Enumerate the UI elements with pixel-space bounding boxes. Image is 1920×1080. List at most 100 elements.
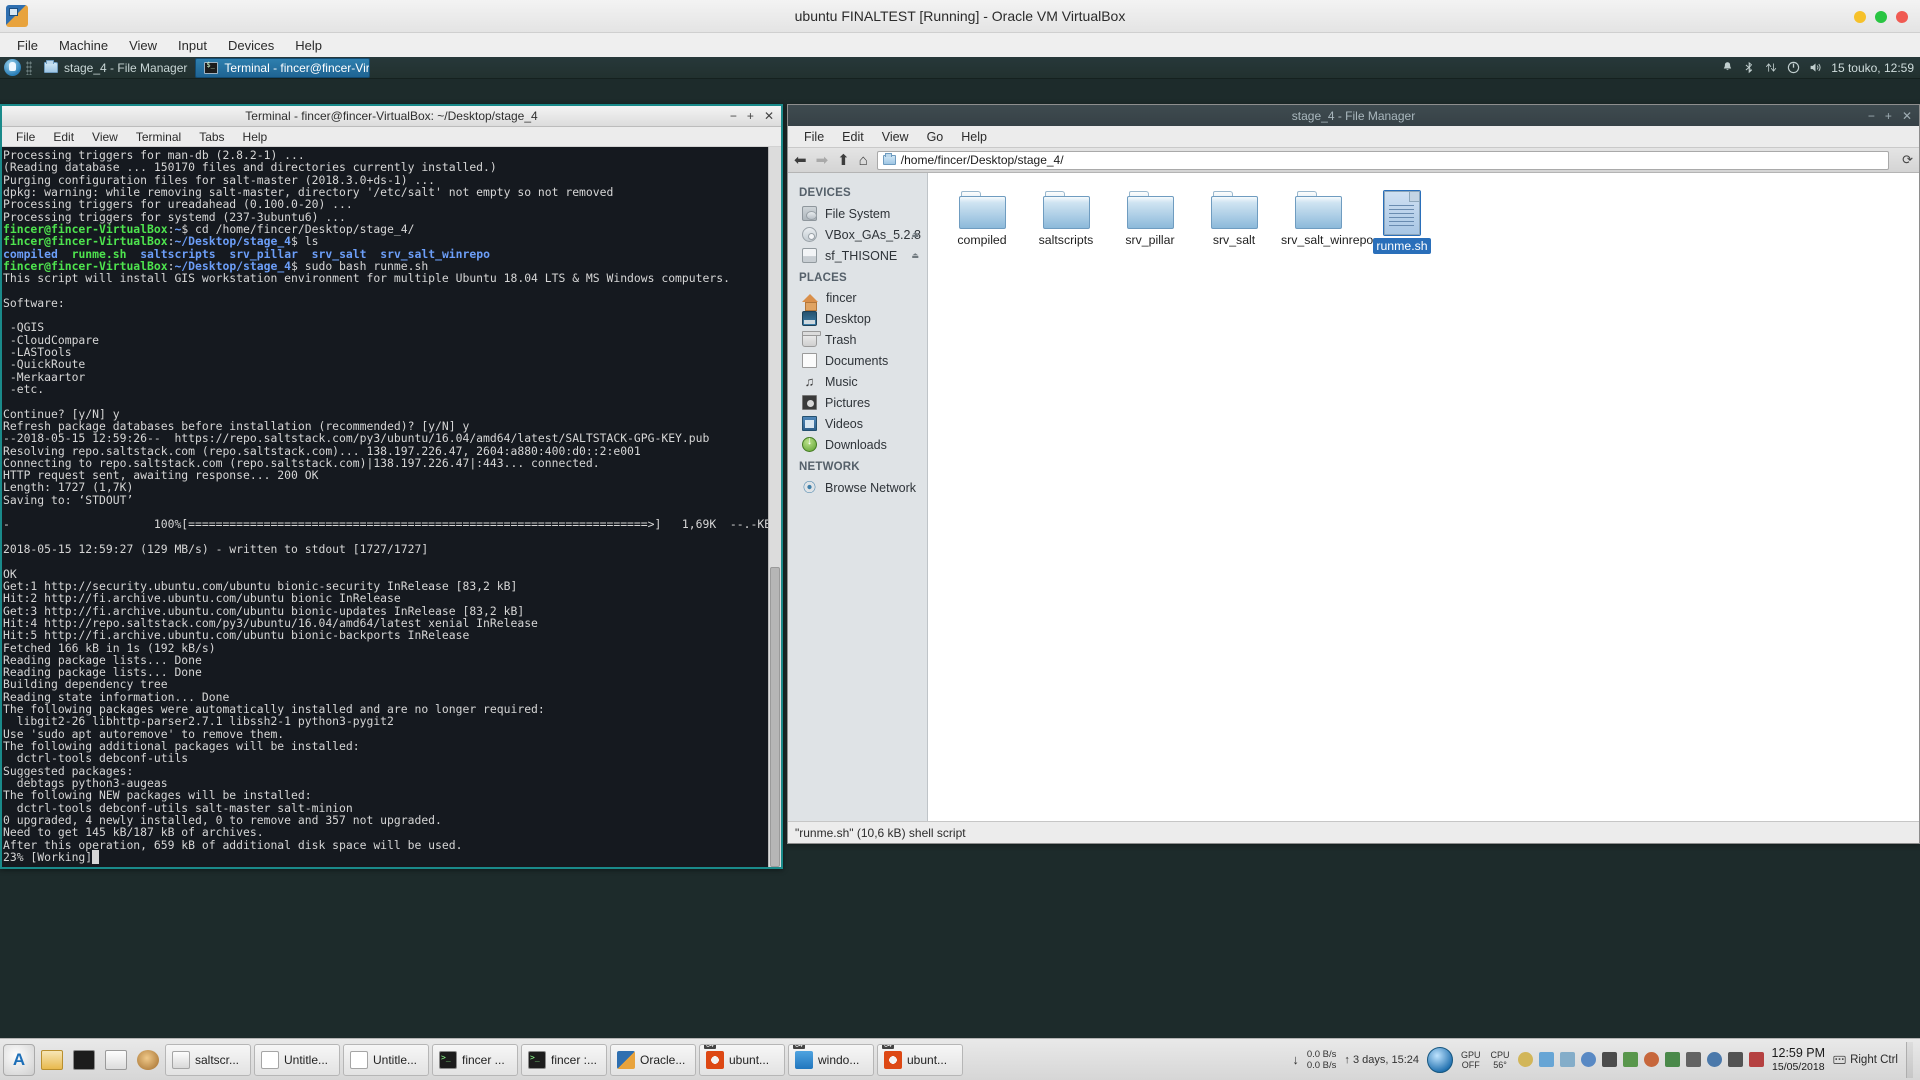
terminal-menu-help[interactable]: Help [235, 129, 276, 145]
show-desktop-button[interactable] [1906, 1042, 1913, 1078]
cloud-icon[interactable] [1560, 1052, 1575, 1067]
sidebar-item-file-system[interactable]: File System [788, 203, 927, 224]
terminal-menu-tabs[interactable]: Tabs [191, 129, 232, 145]
power-icon[interactable] [1787, 61, 1800, 74]
file-manager-titlebar[interactable]: stage_4 - File Manager − + ✕ [788, 105, 1919, 126]
menu-devices[interactable]: Devices [219, 36, 283, 55]
taskbar-task[interactable]: Oracle... [610, 1044, 696, 1076]
terminal-menubar[interactable]: File Edit View Terminal Tabs Help [2, 127, 781, 147]
file-manager-toolbar[interactable]: ⬅ ➡ ⬆ ⌂ /home/fincer/Desktop/stage_4/ ⟳ [788, 147, 1919, 173]
host-taskbar[interactable]: A saltscr...Untitle...Untitle...fincer .… [0, 1038, 1920, 1080]
eject-icon[interactable]: ⏏ [911, 230, 919, 239]
taskbar-task[interactable]: saltscr... [165, 1044, 251, 1076]
quicklaunch-terminal[interactable] [69, 1045, 99, 1075]
taskbar-task[interactable]: 64ubunt... [877, 1044, 963, 1076]
battery-icon[interactable] [1665, 1052, 1680, 1067]
scrollbar-thumb[interactable] [770, 567, 780, 867]
taskbar-tray[interactable]: ↓ 0.0 B/s 0.0 B/s ↑ 3 days, 15:24 GPU OF… [1292, 1042, 1917, 1078]
shield-icon[interactable] [1623, 1052, 1638, 1067]
path-input[interactable]: /home/fincer/Desktop/stage_4/ [877, 151, 1889, 170]
terminal-window[interactable]: Terminal - fincer@fincer-VirtualBox: ~/D… [0, 104, 783, 869]
file-manager-window-controls[interactable]: − + ✕ [1868, 109, 1912, 123]
quicklaunch-files[interactable] [37, 1045, 67, 1075]
taskbar-task-list[interactable]: saltscr...Untitle...Untitle...fincer ...… [165, 1044, 963, 1076]
menu-machine[interactable]: Machine [50, 36, 117, 55]
file-item[interactable]: runme.sh [1360, 187, 1444, 260]
file-item[interactable]: saltscripts [1024, 187, 1108, 260]
taskbar-clock[interactable]: 12:59 PM 15/05/2018 [1772, 1046, 1826, 1074]
minimize-button[interactable] [1854, 11, 1866, 23]
printer-icon[interactable] [1686, 1052, 1701, 1067]
home-icon[interactable]: ⌂ [859, 153, 868, 168]
bluetooth-icon[interactable] [1743, 61, 1756, 74]
menu-file[interactable]: File [8, 36, 47, 55]
sidebar-item-vbox-gas-5-2-8[interactable]: VBox_GAs_5.2.8⏏ [788, 224, 927, 245]
close-button[interactable]: ✕ [1902, 109, 1912, 123]
fm-menu-file[interactable]: File [796, 129, 832, 145]
taskbar-task[interactable]: fincer :... [521, 1044, 607, 1076]
taskbar-task[interactable]: Untitle... [254, 1044, 340, 1076]
fm-menu-help[interactable]: Help [953, 129, 995, 145]
sidebar-item-downloads[interactable]: Downloads [788, 434, 927, 455]
reload-icon[interactable]: ⟳ [1898, 152, 1913, 168]
globe-icon[interactable] [1427, 1047, 1453, 1073]
terminal-titlebar[interactable]: Terminal - fincer@fincer-VirtualBox: ~/D… [2, 106, 781, 127]
file-manager-menubar[interactable]: File Edit View Go Help [788, 126, 1919, 147]
sidebar-item-trash[interactable]: Trash [788, 329, 927, 350]
menu-input[interactable]: Input [169, 36, 216, 55]
volume-icon[interactable] [1809, 61, 1822, 74]
taskbar-task[interactable]: 64windo... [788, 1044, 874, 1076]
file-manager-icon-view[interactable]: compiledsaltscriptssrv_pillarsrv_saltsrv… [928, 173, 1919, 821]
network-updown-icon[interactable] [1765, 61, 1778, 74]
file-item[interactable]: srv_salt_winrepo [1276, 187, 1360, 260]
minimize-button[interactable]: − [730, 109, 737, 123]
tray-icon-list[interactable] [1518, 1052, 1764, 1067]
terminal-menu-edit[interactable]: Edit [45, 129, 82, 145]
sidebar-item-sf-thisone[interactable]: sf_THISONE⏏ [788, 245, 927, 266]
taskbar-task[interactable]: fincer ... [432, 1044, 518, 1076]
panel-task-file-manager[interactable]: stage_4 - File Manager [36, 58, 195, 78]
maximize-button[interactable]: + [747, 109, 754, 123]
window-controls[interactable] [1854, 0, 1908, 33]
flag-icon[interactable] [1749, 1052, 1764, 1067]
eject-icon[interactable]: ⏏ [911, 251, 919, 260]
maximize-button[interactable]: + [1885, 109, 1892, 123]
minimize-button[interactable]: − [1868, 109, 1875, 123]
sidebar-item-music[interactable]: ♫Music [788, 371, 927, 392]
file-item[interactable]: srv_salt [1192, 187, 1276, 260]
menu-view[interactable]: View [120, 36, 166, 55]
panel-task-list[interactable]: stage_4 - File Manager Terminal - fincer… [0, 57, 370, 78]
panel-task-terminal[interactable]: Terminal - fincer@fincer-Virt... [195, 58, 370, 78]
close-button[interactable] [1896, 11, 1908, 23]
taskbar-task[interactable]: 64ubunt... [699, 1044, 785, 1076]
terminal-window-controls[interactable]: − + ✕ [730, 109, 774, 123]
terminal-scrollbar[interactable] [768, 147, 781, 867]
file-manager-window[interactable]: stage_4 - File Manager − + ✕ File Edit V… [787, 104, 1920, 844]
dropbox-icon[interactable] [1581, 1052, 1596, 1067]
panel-handle[interactable] [26, 61, 32, 75]
panel-clock[interactable]: 15 touko, 12:59 [1831, 61, 1914, 75]
display-icon[interactable] [1707, 1052, 1722, 1067]
bell-icon[interactable] [1721, 61, 1734, 74]
virtualbox-menubar[interactable]: File Machine View Input Devices Help [0, 33, 1920, 57]
up-arrow-icon[interactable]: ⬆ [837, 153, 850, 168]
terminal-menu-terminal[interactable]: Terminal [128, 129, 189, 145]
fm-menu-edit[interactable]: Edit [834, 129, 872, 145]
panel-tray[interactable]: 15 touko, 12:59 [1721, 57, 1914, 78]
terminal-menu-view[interactable]: View [84, 129, 126, 145]
mail-icon[interactable] [1518, 1052, 1533, 1067]
update-icon[interactable] [1644, 1052, 1659, 1067]
fm-menu-go[interactable]: Go [919, 129, 952, 145]
fm-menu-view[interactable]: View [874, 129, 917, 145]
file-item[interactable]: srv_pillar [1108, 187, 1192, 260]
terminal-menu-file[interactable]: File [8, 129, 43, 145]
sidebar-item-fincer[interactable]: fincer [788, 288, 927, 308]
sidebar-item-documents[interactable]: Documents [788, 350, 927, 371]
terminal-output[interactable]: Processing triggers for man-db (2.8.2-1)… [2, 147, 768, 867]
taskbar-task[interactable]: Untitle... [343, 1044, 429, 1076]
maximize-button[interactable] [1875, 11, 1887, 23]
sidebar-item-desktop[interactable]: Desktop [788, 308, 927, 329]
chat-icon[interactable] [1539, 1052, 1554, 1067]
sidebar-item-pictures[interactable]: Pictures [788, 392, 927, 413]
search-icon[interactable] [1602, 1052, 1617, 1067]
